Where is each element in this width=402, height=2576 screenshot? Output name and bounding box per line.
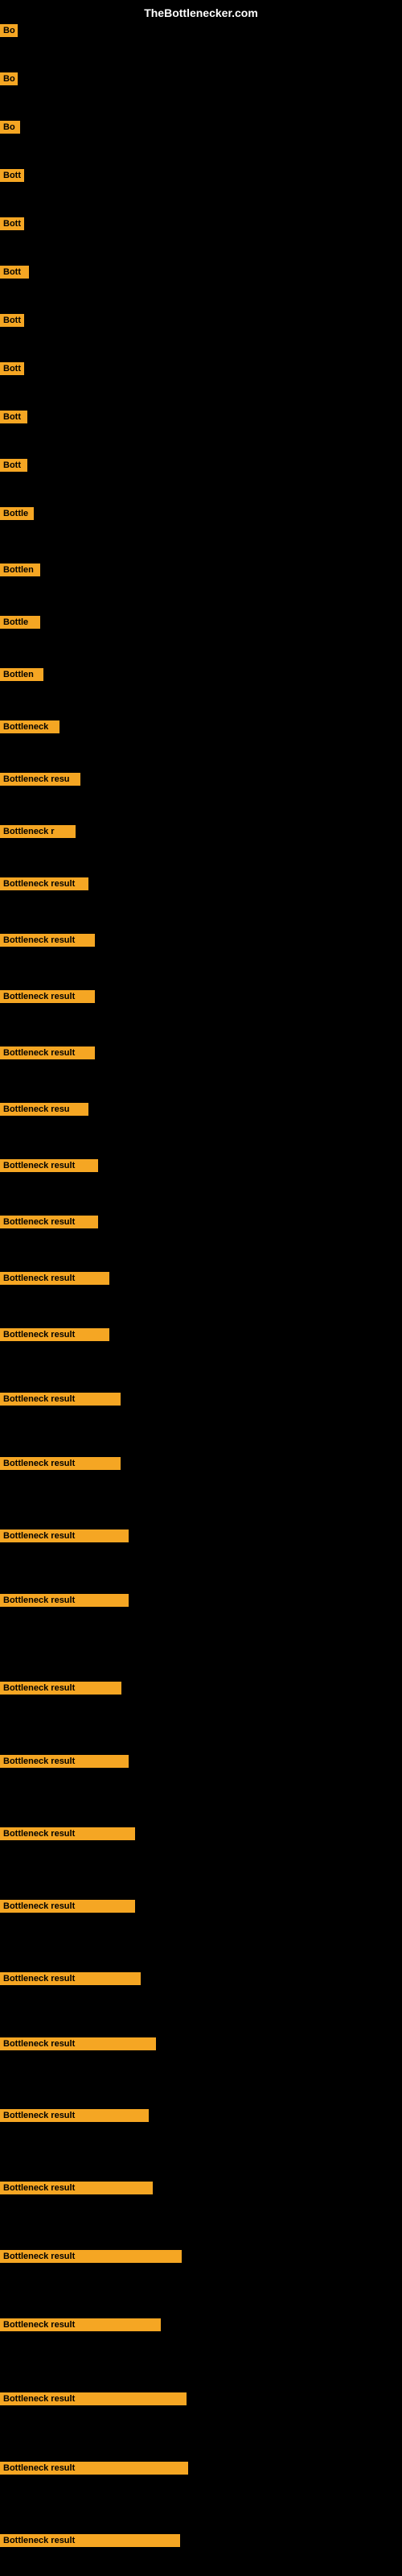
label-box-7: Bott <box>0 362 24 375</box>
label-box-6: Bott <box>0 314 24 327</box>
label-item-33: Bottleneck result <box>0 1900 135 1917</box>
label-item-34: Bottleneck result <box>0 1972 141 1989</box>
label-item-25: Bottleneck result <box>0 1328 109 1345</box>
label-box-30: Bottleneck result <box>0 1682 121 1695</box>
label-item-22: Bottleneck result <box>0 1159 98 1176</box>
label-item-21: Bottleneck resu <box>0 1103 88 1120</box>
label-box-17: Bottleneck result <box>0 877 88 890</box>
label-item-28: Bottleneck result <box>0 1530 129 1546</box>
label-box-21: Bottleneck resu <box>0 1103 88 1116</box>
label-item-14: Bottleneck <box>0 720 59 737</box>
label-item-4: Bott <box>0 217 24 234</box>
label-box-37: Bottleneck result <box>0 2182 153 2194</box>
label-item-32: Bottleneck result <box>0 1827 135 1844</box>
label-box-24: Bottleneck result <box>0 1272 109 1285</box>
label-item-17: Bottleneck result <box>0 877 88 894</box>
label-item-24: Bottleneck result <box>0 1272 109 1289</box>
label-item-18: Bottleneck result <box>0 934 95 951</box>
label-box-19: Bottleneck result <box>0 990 95 1003</box>
label-box-20: Bottleneck result <box>0 1046 95 1059</box>
label-item-39: Bottleneck result <box>0 2318 161 2335</box>
label-box-25: Bottleneck result <box>0 1328 109 1341</box>
label-item-0: Bo <box>0 24 18 41</box>
label-item-41: Bottleneck result <box>0 2462 188 2479</box>
label-box-10: Bottle <box>0 507 34 520</box>
label-item-29: Bottleneck result <box>0 1594 129 1611</box>
label-item-9: Bott <box>0 459 27 476</box>
label-box-38: Bottleneck result <box>0 2250 182 2263</box>
label-box-29: Bottleneck result <box>0 1594 129 1607</box>
label-item-38: Bottleneck result <box>0 2250 182 2267</box>
label-item-10: Bottle <box>0 507 34 524</box>
label-item-8: Bott <box>0 411 27 427</box>
label-item-7: Bott <box>0 362 24 379</box>
label-item-37: Bottleneck result <box>0 2182 153 2198</box>
label-item-31: Bottleneck result <box>0 1755 129 1772</box>
label-box-34: Bottleneck result <box>0 1972 141 1985</box>
label-item-42: Bottleneck result <box>0 2534 180 2551</box>
label-box-0: Bo <box>0 24 18 37</box>
label-box-31: Bottleneck result <box>0 1755 129 1768</box>
label-box-2: Bo <box>0 121 20 134</box>
label-item-27: Bottleneck result <box>0 1457 121 1474</box>
label-box-40: Bottleneck result <box>0 2392 187 2405</box>
label-box-42: Bottleneck result <box>0 2534 180 2547</box>
label-box-28: Bottleneck result <box>0 1530 129 1542</box>
label-item-3: Bott <box>0 169 24 186</box>
label-box-15: Bottleneck resu <box>0 773 80 786</box>
label-item-6: Bott <box>0 314 24 331</box>
label-item-11: Bottlen <box>0 564 40 580</box>
label-box-12: Bottle <box>0 616 40 629</box>
label-box-22: Bottleneck result <box>0 1159 98 1172</box>
label-item-19: Bottleneck result <box>0 990 95 1007</box>
label-box-23: Bottleneck result <box>0 1216 98 1228</box>
label-box-14: Bottleneck <box>0 720 59 733</box>
label-box-9: Bott <box>0 459 27 472</box>
label-box-4: Bott <box>0 217 24 230</box>
label-item-5: Bott <box>0 266 29 283</box>
label-box-13: Bottlen <box>0 668 43 681</box>
label-box-39: Bottleneck result <box>0 2318 161 2331</box>
label-item-12: Bottle <box>0 616 40 633</box>
site-title: TheBottlenecker.com <box>144 6 258 19</box>
label-item-30: Bottleneck result <box>0 1682 121 1699</box>
label-item-36: Bottleneck result <box>0 2109 149 2126</box>
label-box-8: Bott <box>0 411 27 423</box>
label-box-18: Bottleneck result <box>0 934 95 947</box>
label-item-40: Bottleneck result <box>0 2392 187 2409</box>
label-box-41: Bottleneck result <box>0 2462 188 2475</box>
label-box-33: Bottleneck result <box>0 1900 135 1913</box>
label-item-16: Bottleneck r <box>0 825 76 842</box>
label-item-1: Bo <box>0 72 18 89</box>
label-item-23: Bottleneck result <box>0 1216 98 1232</box>
label-box-27: Bottleneck result <box>0 1457 121 1470</box>
label-item-26: Bottleneck result <box>0 1393 121 1410</box>
label-item-35: Bottleneck result <box>0 2037 156 2054</box>
label-box-35: Bottleneck result <box>0 2037 156 2050</box>
label-box-32: Bottleneck result <box>0 1827 135 1840</box>
label-box-16: Bottleneck r <box>0 825 76 838</box>
label-box-5: Bott <box>0 266 29 279</box>
label-box-1: Bo <box>0 72 18 85</box>
label-item-20: Bottleneck result <box>0 1046 95 1063</box>
label-box-11: Bottlen <box>0 564 40 576</box>
label-item-15: Bottleneck resu <box>0 773 80 790</box>
label-box-3: Bott <box>0 169 24 182</box>
label-item-13: Bottlen <box>0 668 43 685</box>
label-box-26: Bottleneck result <box>0 1393 121 1406</box>
label-item-2: Bo <box>0 121 20 138</box>
label-box-36: Bottleneck result <box>0 2109 149 2122</box>
